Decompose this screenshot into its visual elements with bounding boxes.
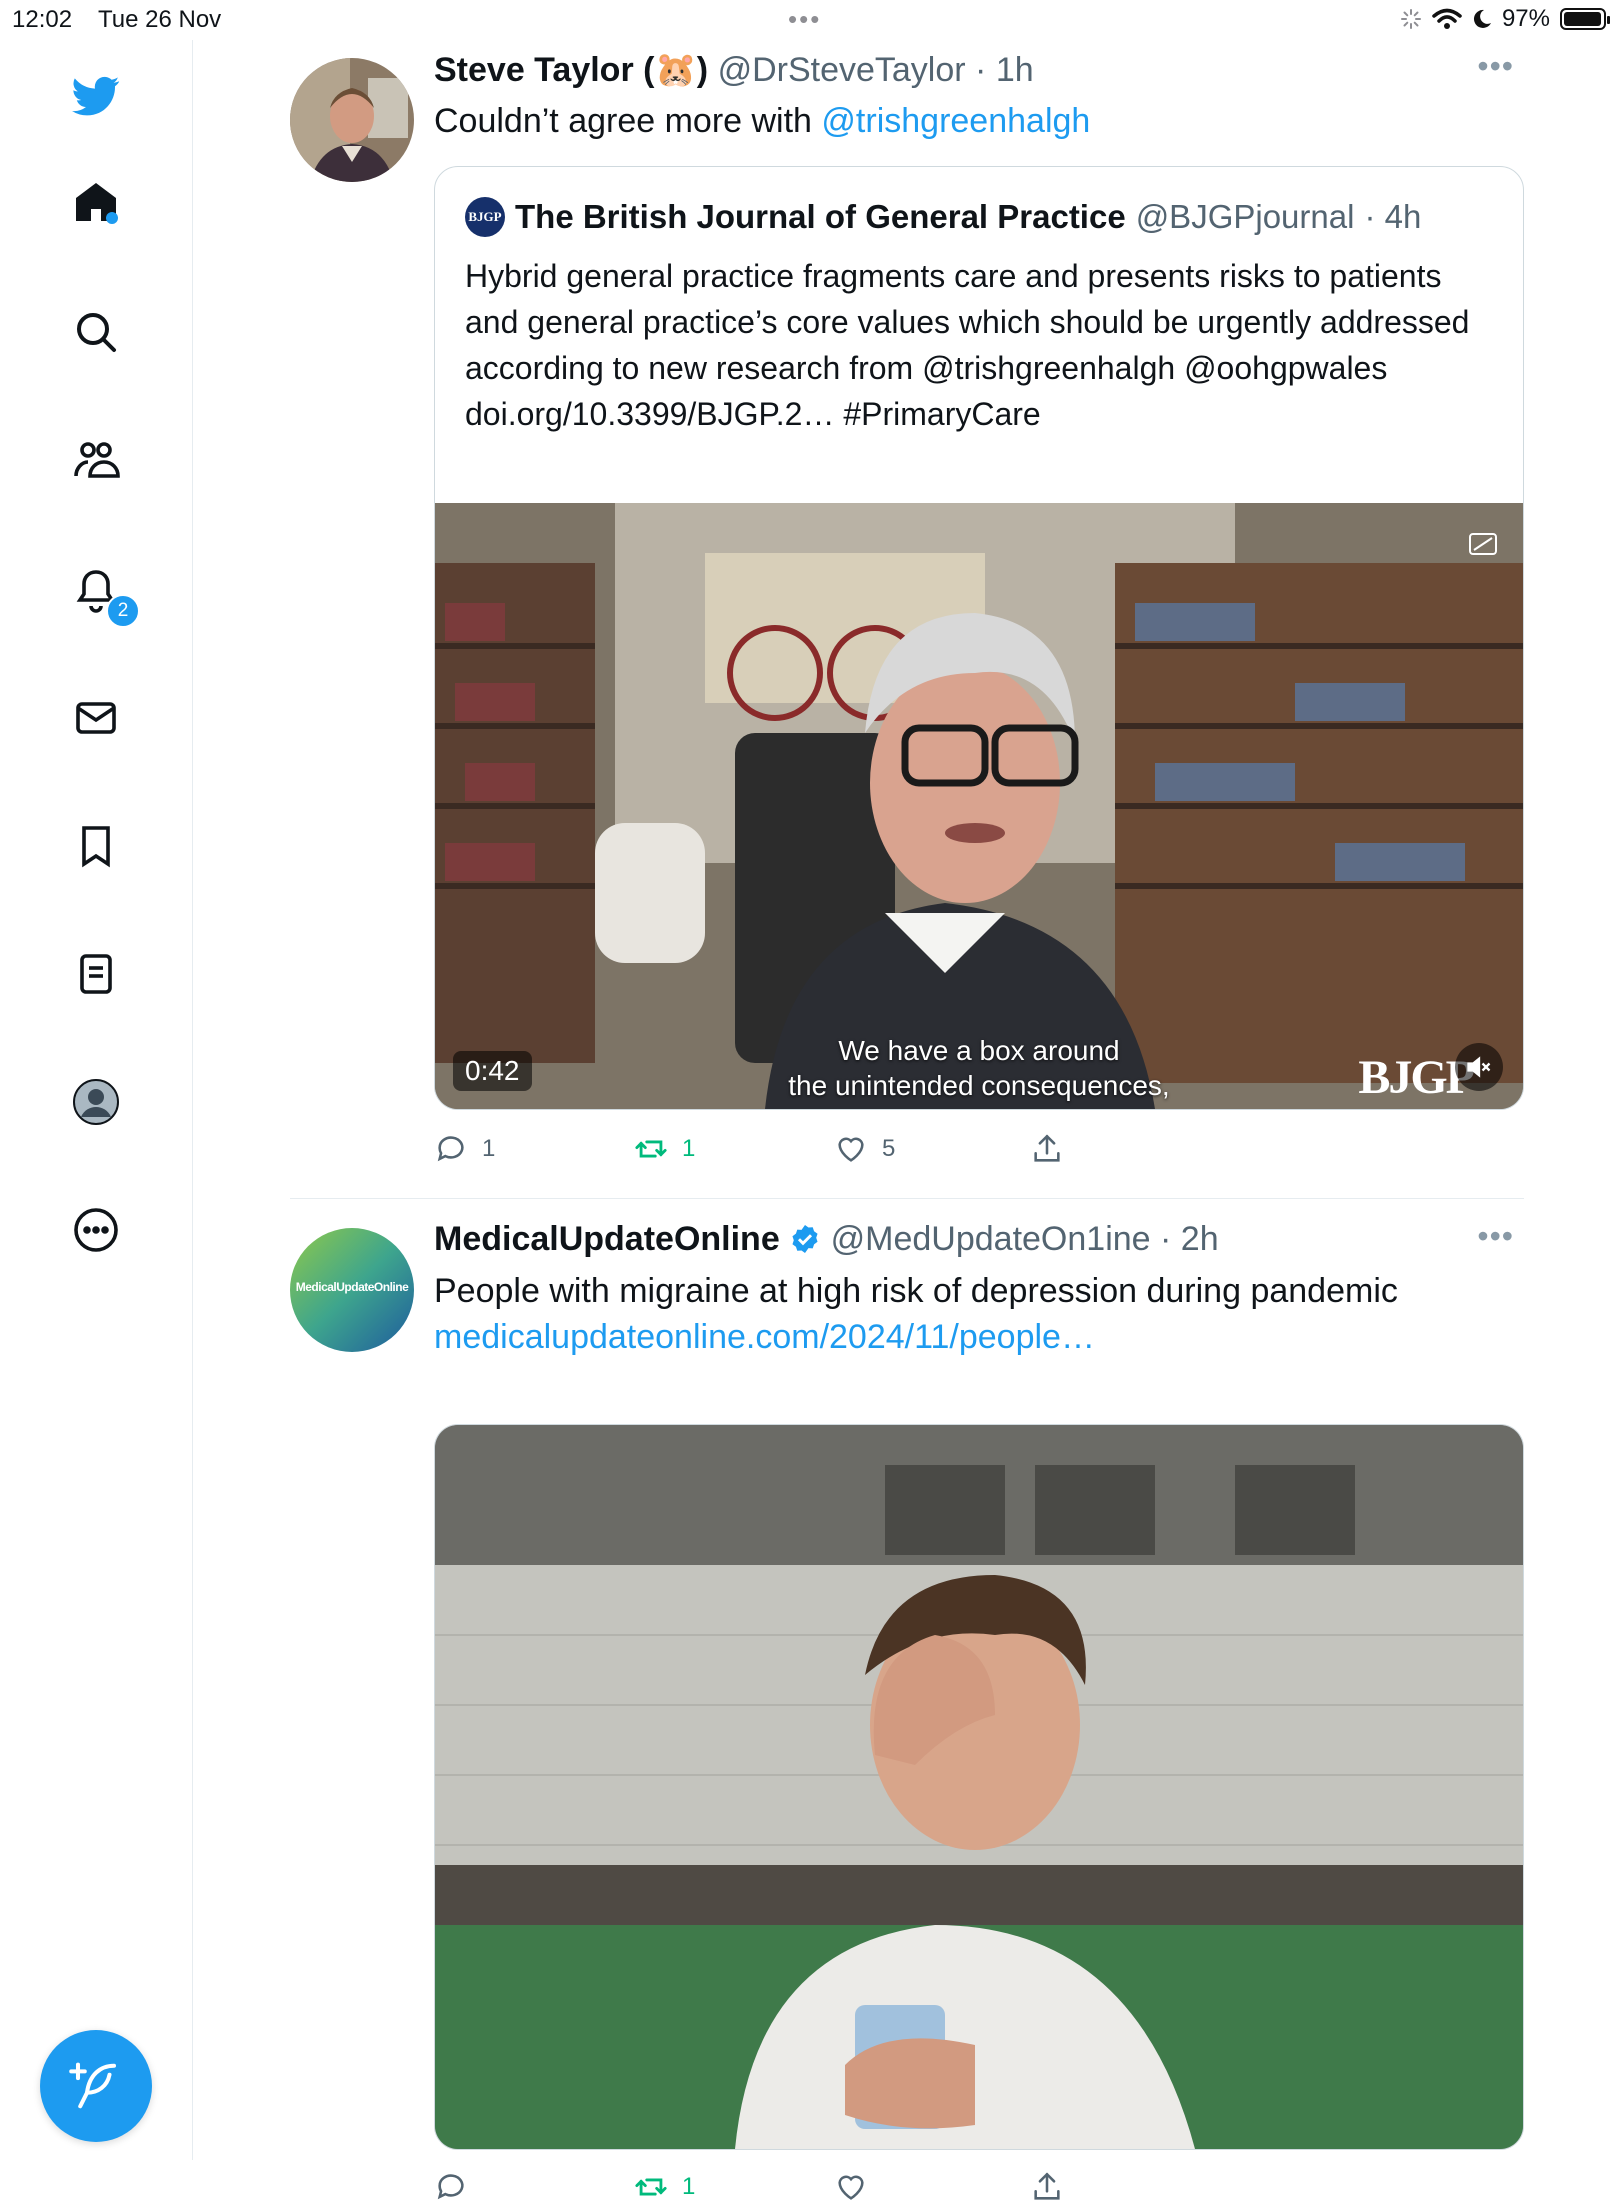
tweet-author-handle[interactable]: @MedUpdateOn1ine: [831, 1220, 1151, 1258]
bookmark-icon: [82, 826, 110, 868]
retweet-button[interactable]: 1: [634, 2170, 695, 2204]
avatar[interactable]: [290, 58, 414, 182]
communities-icon: [74, 442, 120, 478]
quoted-tweet-header: BJGP The British Journal of General Prac…: [465, 197, 1421, 237]
avatar[interactable]: MedicalUpdateOnline: [290, 1228, 414, 1352]
status-bar: 12:02 Tue 26 Nov ••• 97%: [0, 0, 1620, 40]
sidebar-item-communities[interactable]: [66, 430, 126, 490]
compose-tweet-button[interactable]: [40, 2030, 152, 2142]
status-date: Tue 26 Nov: [98, 6, 222, 33]
loading-icon: [1400, 9, 1421, 29]
video-frame: [435, 503, 1523, 1109]
sidebar-item-profile[interactable]: [66, 1072, 126, 1132]
tweet-text: Couldn’t agree more with @trishgreenhalg…: [434, 98, 1090, 144]
quoted-author-handle[interactable]: @BJGPjournal: [1136, 198, 1355, 236]
tweet-author-name[interactable]: MedicalUpdateOnline: [434, 1220, 780, 1258]
tweet-author-name[interactable]: Steve Taylor (🐹): [434, 51, 708, 89]
retweet-icon: [635, 2178, 667, 2196]
quoted-tweet[interactable]: BJGP The British Journal of General Prac…: [434, 166, 1524, 1110]
status-indicators: 97%: [1400, 5, 1610, 33]
captions-icon[interactable]: [1469, 533, 1497, 555]
tweet-header: Steve Taylor (🐹) @DrSteveTaylor · 1h: [434, 50, 1034, 90]
quoted-tweet-time[interactable]: · 4h: [1364, 198, 1421, 236]
share-button[interactable]: [1030, 2170, 1064, 2204]
sidebar-item-messages[interactable]: [66, 688, 126, 748]
wifi-icon: [1432, 8, 1462, 29]
tweet-author-handle[interactable]: @DrSteveTaylor: [718, 51, 966, 89]
tweet-body-text: People with migraine at high risk of dep…: [434, 1272, 1398, 1310]
article-link[interactable]: medicalupdateonline.com/2024/11/people…: [434, 1314, 1514, 1360]
retweet-icon: [635, 1140, 667, 1158]
reply-button[interactable]: 1: [434, 1132, 495, 1166]
avatar-wordmark: MedicalUpdateOnline: [295, 1280, 409, 1294]
sidebar-item-bookmarks[interactable]: [66, 816, 126, 876]
like-button[interactable]: 5: [834, 1132, 895, 1166]
share-icon: [1034, 1134, 1060, 1162]
sidebar-item-search[interactable]: [66, 302, 126, 362]
home-unread-dot: [106, 212, 118, 224]
profile-icon: [73, 1079, 119, 1125]
status-time: 12:02: [12, 6, 73, 33]
more-options-icon[interactable]: •••: [1477, 48, 1514, 85]
envelope-icon: [76, 702, 116, 734]
tweet-actions: 1: [434, 2170, 1134, 2210]
like-button[interactable]: [834, 2170, 868, 2204]
share-icon: [1034, 2172, 1060, 2200]
list-icon: [80, 954, 112, 994]
retweet-count: 1: [682, 2173, 696, 2200]
heart-icon: [838, 2175, 864, 2200]
tweet-text: People with migraine at high risk of dep…: [434, 1268, 1514, 1360]
sidebar-item-home[interactable]: [66, 172, 126, 232]
bjgp-logo-icon: BJGP: [465, 197, 505, 237]
tweet-body-text: Couldn’t agree more with: [434, 102, 822, 140]
sidebar-nav: 2: [0, 40, 193, 2160]
sidebar-item-lists[interactable]: [66, 944, 126, 1004]
tweet-time[interactable]: · 2h: [1160, 1220, 1219, 1258]
retweet-count: 1: [682, 1135, 696, 1162]
quoted-author-name[interactable]: The British Journal of General Practice: [515, 198, 1126, 236]
notification-badge: 2: [106, 594, 140, 628]
battery-percent: 97%: [1501, 5, 1550, 32]
twitter-logo-icon[interactable]: [66, 66, 126, 126]
heart-icon: [838, 1137, 864, 1162]
more-circle-icon: [74, 1208, 118, 1252]
reply-button[interactable]: [434, 2170, 468, 2204]
compose-icon: [69, 2062, 117, 2109]
moon-icon: [1473, 9, 1491, 28]
speaker-muted-icon: [1467, 1056, 1491, 1078]
multitasking-dots-icon[interactable]: •••: [788, 4, 821, 35]
reply-count: 1: [482, 1135, 496, 1162]
tweet-divider: [290, 1198, 1524, 1199]
mention-link[interactable]: @trishgreenhalgh: [821, 102, 1090, 140]
tweet-actions: 1 1 5: [434, 1132, 1134, 1172]
like-count: 5: [882, 1135, 896, 1162]
tweet-image[interactable]: [434, 1424, 1524, 2150]
tweet-time[interactable]: · 1h: [975, 51, 1034, 89]
verified-badge-icon: [792, 1225, 818, 1253]
share-button[interactable]: [1030, 1132, 1064, 1166]
reply-icon: [437, 2174, 464, 2200]
mute-button[interactable]: [1455, 1043, 1503, 1091]
sidebar-item-more[interactable]: [66, 1200, 126, 1260]
retweet-button[interactable]: 1: [634, 1132, 695, 1166]
battery-icon: [1560, 8, 1610, 30]
tweet-header: MedicalUpdateOnline @MedUpdateOn1ine · 2…: [434, 1220, 1219, 1259]
search-icon: [77, 313, 116, 352]
reply-icon: [437, 1136, 464, 1162]
more-options-icon[interactable]: •••: [1477, 1218, 1514, 1255]
quoted-tweet-text: Hybrid general practice fragments care a…: [465, 258, 1470, 432]
video-player[interactable]: 0:42 We have a box around the unintended…: [435, 503, 1523, 1109]
